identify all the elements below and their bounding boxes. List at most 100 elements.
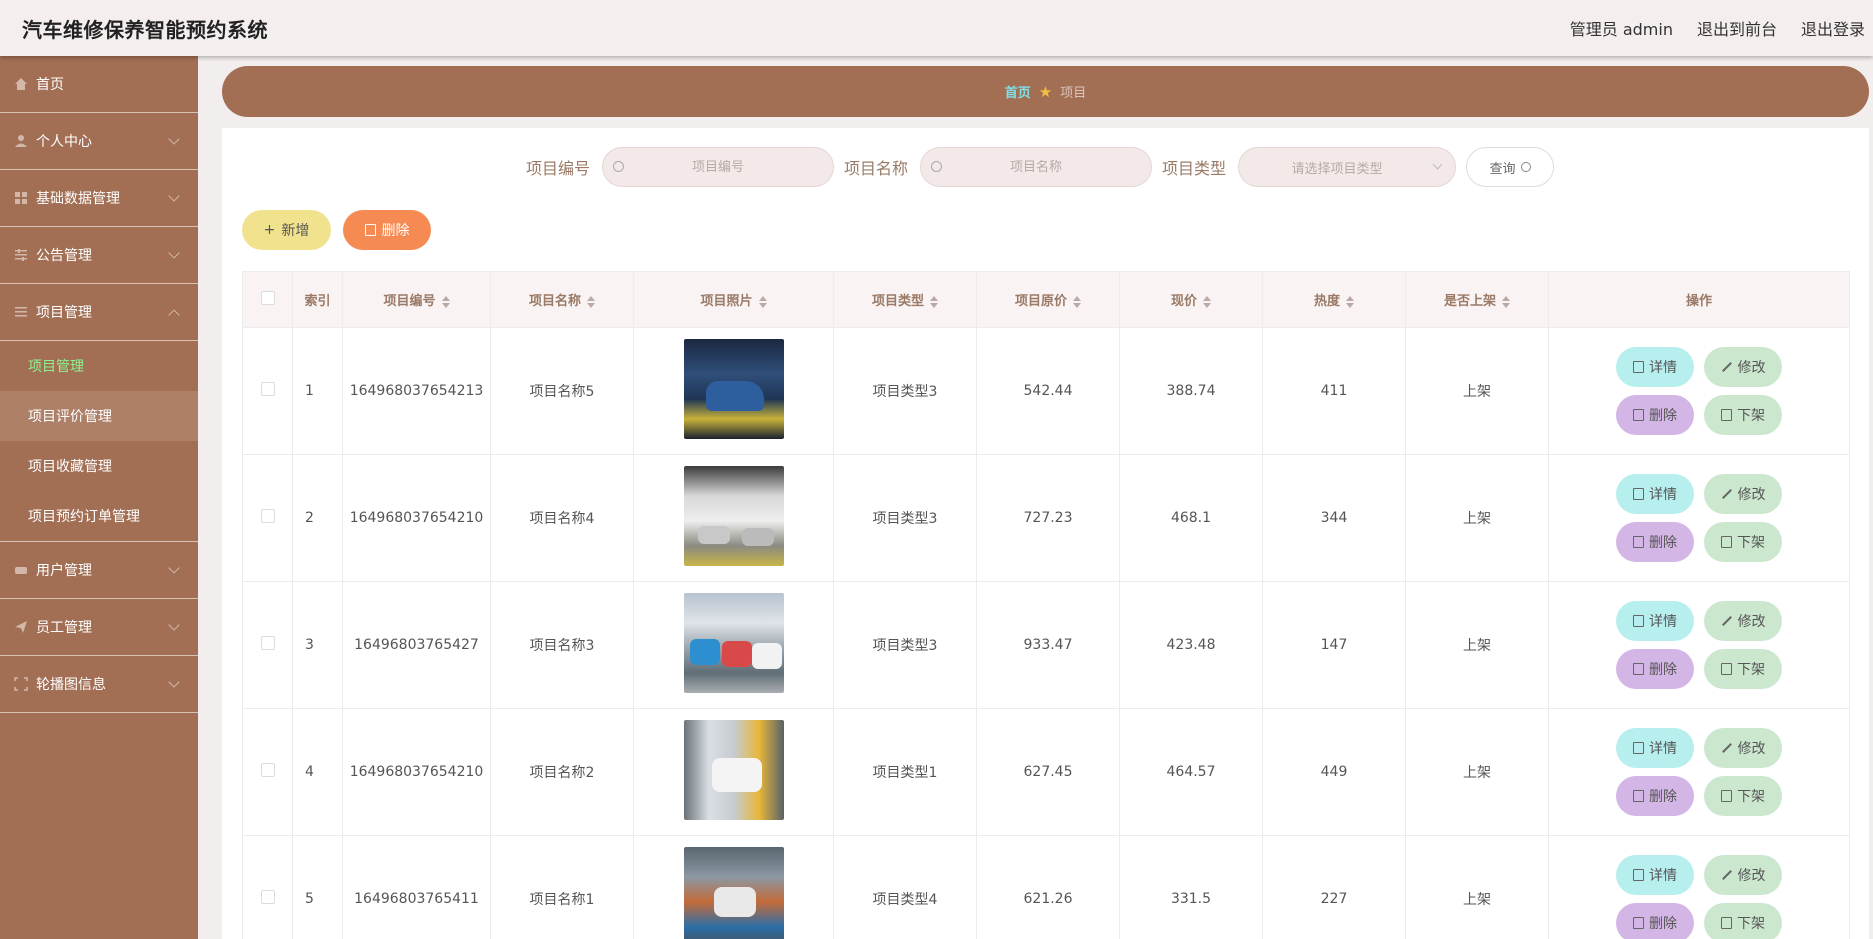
- sidebar-item-home[interactable]: 首页: [0, 56, 198, 113]
- detail-button[interactable]: 详情: [1616, 855, 1694, 895]
- type-select[interactable]: 请选择项目类型: [1238, 147, 1457, 187]
- detail-label: 详情: [1649, 487, 1677, 503]
- header-label: 现价: [1170, 294, 1197, 309]
- add-label: 新增: [281, 223, 310, 239]
- header-label: 索引: [304, 294, 331, 309]
- offshelf-button[interactable]: 下架: [1704, 395, 1782, 435]
- sidebar-item-users[interactable]: 用户管理: [0, 542, 198, 599]
- header-label: 项目名称: [528, 294, 581, 309]
- offshelf-label: 下架: [1737, 662, 1765, 678]
- search-form: 项目编号 项目名称 项目类型 请选择项目类型 查询: [526, 147, 1555, 187]
- logout-link[interactable]: 退出登录: [1801, 16, 1865, 40]
- code-search-input[interactable]: [603, 159, 834, 175]
- breadcrumb-home[interactable]: 首页: [1005, 82, 1031, 101]
- delete-button[interactable]: 删除: [1616, 903, 1694, 939]
- detail-button[interactable]: 详情: [1616, 347, 1694, 387]
- project-photo[interactable]: [683, 339, 784, 439]
- delete-button[interactable]: 删除: [1616, 776, 1694, 816]
- delete-button[interactable]: 删除: [1616, 395, 1694, 435]
- delete-button[interactable]: 删除: [1616, 649, 1694, 689]
- select-all-checkbox[interactable]: [260, 290, 275, 305]
- col-type[interactable]: 项目类型: [833, 271, 977, 328]
- app-title: 汽车维修保养智能预约系统: [22, 18, 268, 42]
- offshelf-button[interactable]: 下架: [1704, 776, 1782, 816]
- pencil-icon: [1721, 362, 1732, 372]
- chevron-down-icon: [168, 247, 180, 259]
- row-checkbox[interactable]: [260, 382, 275, 396]
- add-button[interactable]: + 新增: [242, 210, 331, 250]
- submenu-project-review[interactable]: 项目评价管理: [0, 391, 198, 441]
- submenu-project-favorite[interactable]: 项目收藏管理: [0, 441, 198, 491]
- col-name[interactable]: 项目名称: [490, 271, 634, 328]
- chevron-up-icon: [168, 309, 180, 321]
- sort-icon[interactable]: [1346, 295, 1354, 308]
- sidebar-item-staff[interactable]: 员工管理: [0, 599, 198, 656]
- sidebar-item-notice[interactable]: 公告管理: [0, 227, 198, 284]
- sidebar-item-label: 轮播图信息: [36, 677, 106, 693]
- row-name: 项目名称1: [490, 835, 634, 939]
- project-photo[interactable]: [683, 466, 784, 566]
- detail-button[interactable]: 详情: [1616, 474, 1694, 514]
- sidebar-item-label: 基础数据管理: [36, 191, 120, 207]
- row-checkbox[interactable]: [260, 890, 275, 904]
- sort-icon[interactable]: [930, 295, 938, 308]
- delete-label: 删除: [1649, 916, 1677, 932]
- query-button[interactable]: 查询: [1466, 147, 1555, 187]
- row-photo-cell: [633, 708, 834, 836]
- sort-icon[interactable]: [587, 295, 595, 308]
- doc-icon: [1721, 790, 1732, 802]
- detail-button[interactable]: 详情: [1616, 728, 1694, 768]
- row-photo-cell: [633, 327, 834, 455]
- sidebar-item-carousel[interactable]: 轮播图信息: [0, 656, 198, 713]
- doc-icon: [1721, 663, 1732, 675]
- admin-label[interactable]: 管理员 admin: [1570, 16, 1673, 40]
- row-photo-cell: [633, 581, 834, 709]
- col-photo[interactable]: 项目照片: [633, 271, 834, 328]
- submenu-project-order[interactable]: 项目预约订单管理: [0, 491, 198, 541]
- edit-button[interactable]: 修改: [1704, 601, 1782, 641]
- name-search-field: [920, 147, 1153, 187]
- edit-button[interactable]: 修改: [1704, 474, 1782, 514]
- sort-icon[interactable]: [758, 295, 767, 308]
- row-checkbox[interactable]: [260, 509, 275, 523]
- col-now-price[interactable]: 现价: [1119, 271, 1263, 328]
- row-code: 164968037654210: [342, 454, 491, 582]
- row-name: 项目名称2: [490, 708, 634, 836]
- doc-icon: [1633, 869, 1644, 881]
- edit-button[interactable]: 修改: [1704, 855, 1782, 895]
- trash-icon: [1633, 663, 1644, 675]
- sort-icon[interactable]: [1502, 295, 1510, 308]
- detail-button[interactable]: 详情: [1616, 601, 1694, 641]
- back-to-front-link[interactable]: 退出到前台: [1697, 16, 1777, 40]
- chevron-down-icon: [168, 190, 180, 202]
- sort-icon[interactable]: [441, 295, 450, 308]
- col-code[interactable]: 项目编号: [342, 271, 491, 328]
- row-checkbox[interactable]: [260, 636, 275, 650]
- offshelf-button[interactable]: 下架: [1704, 522, 1782, 562]
- project-photo[interactable]: [683, 720, 784, 820]
- delete-button[interactable]: 删除: [1616, 522, 1694, 562]
- offshelf-button[interactable]: 下架: [1704, 649, 1782, 689]
- doc-icon: [1633, 488, 1644, 500]
- row-ops: 详情 修改 删除 下架: [1548, 454, 1850, 582]
- batch-delete-button[interactable]: 删除: [343, 210, 431, 250]
- edit-label: 修改: [1737, 614, 1766, 630]
- offshelf-button[interactable]: 下架: [1704, 903, 1782, 939]
- name-search-input[interactable]: [921, 159, 1152, 175]
- col-price[interactable]: 项目原价: [976, 271, 1120, 328]
- project-photo[interactable]: [683, 593, 784, 693]
- row-checkbox[interactable]: [260, 763, 275, 777]
- trash-icon: [1633, 790, 1644, 802]
- sort-icon[interactable]: [1203, 295, 1211, 308]
- edit-button[interactable]: 修改: [1704, 728, 1782, 768]
- project-photo[interactable]: [683, 847, 784, 939]
- col-heat[interactable]: 热度: [1262, 271, 1406, 328]
- table-row: 3 16496803765427 项目名称3 项目类型3 933.47 423.48 147…: [242, 581, 1850, 709]
- submenu-project-manage[interactable]: 项目管理: [0, 341, 198, 391]
- sort-icon[interactable]: [1073, 295, 1081, 308]
- col-status[interactable]: 是否上架: [1405, 271, 1549, 328]
- sidebar-item-project[interactable]: 项目管理: [0, 284, 198, 341]
- sidebar-item-profile[interactable]: 个人中心: [0, 113, 198, 170]
- edit-button[interactable]: 修改: [1704, 347, 1782, 387]
- sidebar-item-basedata[interactable]: 基础数据管理: [0, 170, 198, 227]
